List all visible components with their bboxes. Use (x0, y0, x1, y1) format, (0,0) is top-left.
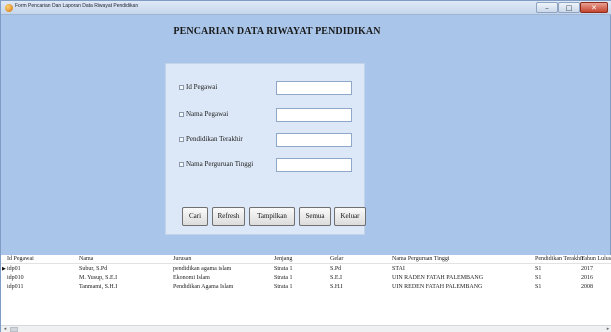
horizontal-scrollbar[interactable]: ◂ ▸ (1, 325, 611, 332)
label-id-pegawai: Id Pegawai (186, 83, 218, 91)
table-cell: Ekonomi Islam (173, 275, 210, 281)
table-cell: STAI (392, 266, 405, 272)
table-cell: M. Yusup, S.E.I (79, 275, 118, 281)
maximize-button[interactable]: □ (558, 2, 580, 13)
table-cell: Tanmami, S.H.I (79, 284, 118, 290)
search-field-id-pegawai: Id Pegawai (179, 81, 269, 95)
checkbox-pendidikan-terakhir[interactable] (179, 137, 184, 142)
table-row[interactable]: idp010 M. Yusup, S.E.I Ekonomi Islam Str… (1, 274, 611, 283)
table-cell: Subur, S.Pd (79, 266, 108, 272)
column-header[interactable]: Jenjang (274, 255, 292, 264)
refresh-button[interactable]: Refresh (212, 207, 245, 226)
window-title: Form Pencarian Dan Laporan Data Riwayat … (15, 3, 139, 9)
column-header[interactable]: Gelar (330, 255, 343, 264)
input-nama-perguruan-tinggi[interactable] (276, 158, 352, 172)
app-icon (5, 4, 13, 12)
search-field-nama-pegawai: Nama Pegawai (179, 108, 269, 122)
input-pendidikan-terakhir[interactable] (276, 133, 352, 147)
column-header[interactable]: Tahun Lulus (581, 255, 611, 264)
tampilkan-button[interactable]: Tampilkan (249, 207, 295, 226)
table-row[interactable]: idp011 Tanmami, S.H.I Pendidikan Agama I… (1, 283, 611, 292)
keluar-button[interactable]: Keluar (334, 207, 366, 226)
table-cell: Strata 1 (274, 266, 293, 272)
table-cell: 2016 (581, 275, 593, 281)
checkbox-id-pegawai[interactable] (179, 85, 184, 90)
minimize-button[interactable]: – (536, 2, 558, 13)
current-row-icon: ▶ (2, 267, 6, 272)
scroll-thumb[interactable] (10, 327, 18, 332)
semua-button[interactable]: Semua (299, 207, 331, 226)
input-nama-pegawai[interactable] (276, 108, 352, 122)
checkbox-nama-pegawai[interactable] (179, 112, 184, 117)
table-cell: idp01 (7, 266, 21, 272)
table-cell: UIN REDEN FATAH PALEMBANG (392, 284, 483, 290)
column-header[interactable]: Id Pegawai (7, 255, 34, 264)
table-cell: S1 (535, 266, 542, 272)
table-cell: idp010 (7, 275, 24, 281)
search-field-nama-perguruan-tinggi: Nama Perguruan Tinggi (179, 158, 274, 172)
title-bar[interactable]: Form Pencarian Dan Laporan Data Riwayat … (1, 1, 611, 15)
input-id-pegawai[interactable] (276, 81, 352, 95)
table-cell: 2008 (581, 284, 593, 290)
table-cell: Pendidikan Agama Islam (173, 284, 234, 290)
table-row[interactable]: ▶ idp01 Subur, S.Pd pendidikan agama isl… (1, 265, 611, 274)
scroll-left-icon[interactable]: ◂ (2, 327, 8, 332)
minimize-icon: – (545, 4, 549, 12)
label-nama-pegawai: Nama Pegawai (186, 110, 229, 118)
app-window: Form Pencarian Dan Laporan Data Riwayat … (0, 0, 611, 332)
scroll-right-icon[interactable]: ▸ (605, 327, 611, 332)
table-cell: S.E.I (330, 275, 342, 281)
table-cell: idp011 (7, 284, 24, 290)
table-cell: S.Pd (330, 266, 342, 272)
column-header[interactable]: Nama Perguruan Tinggi (392, 255, 450, 264)
column-header[interactable]: Jurusan (173, 255, 191, 264)
close-icon: ✕ (591, 4, 597, 12)
checkbox-nama-perguruan-tinggi[interactable] (179, 162, 184, 167)
table-cell: Strata 1 (274, 275, 293, 281)
label-pendidikan-terakhir: Pendidikan Terakhir (186, 135, 243, 143)
column-header[interactable]: Pendidikan Terakhir (535, 255, 584, 264)
column-header[interactable]: Nama (79, 255, 93, 264)
table-cell: UIN RADEN FATAH PALEMBANG (392, 275, 484, 281)
label-nama-perguruan-tinggi: Nama Perguruan Tinggi (186, 160, 254, 168)
close-button[interactable]: ✕ (580, 2, 608, 13)
table-cell: S1 (535, 284, 542, 290)
search-field-pendidikan-terakhir: Pendidikan Terakhir (179, 133, 269, 147)
maximize-icon: □ (565, 4, 573, 12)
table-cell: 2017 (581, 266, 593, 272)
table-cell: S1 (535, 275, 542, 281)
table-header: Id Pegawai Nama Jurusan Jenjang Gelar Na… (1, 255, 611, 264)
table-cell: pendidikan agama islam (173, 266, 232, 272)
results-table[interactable]: Id Pegawai Nama Jurusan Jenjang Gelar Na… (1, 255, 611, 325)
cari-button[interactable]: Cari (182, 207, 208, 226)
table-cell: Strata 1 (274, 284, 293, 290)
page-title: PENCARIAN DATA RIWAYAT PENDIDIKAN (173, 26, 381, 37)
table-cell: S.H.I (330, 284, 343, 290)
